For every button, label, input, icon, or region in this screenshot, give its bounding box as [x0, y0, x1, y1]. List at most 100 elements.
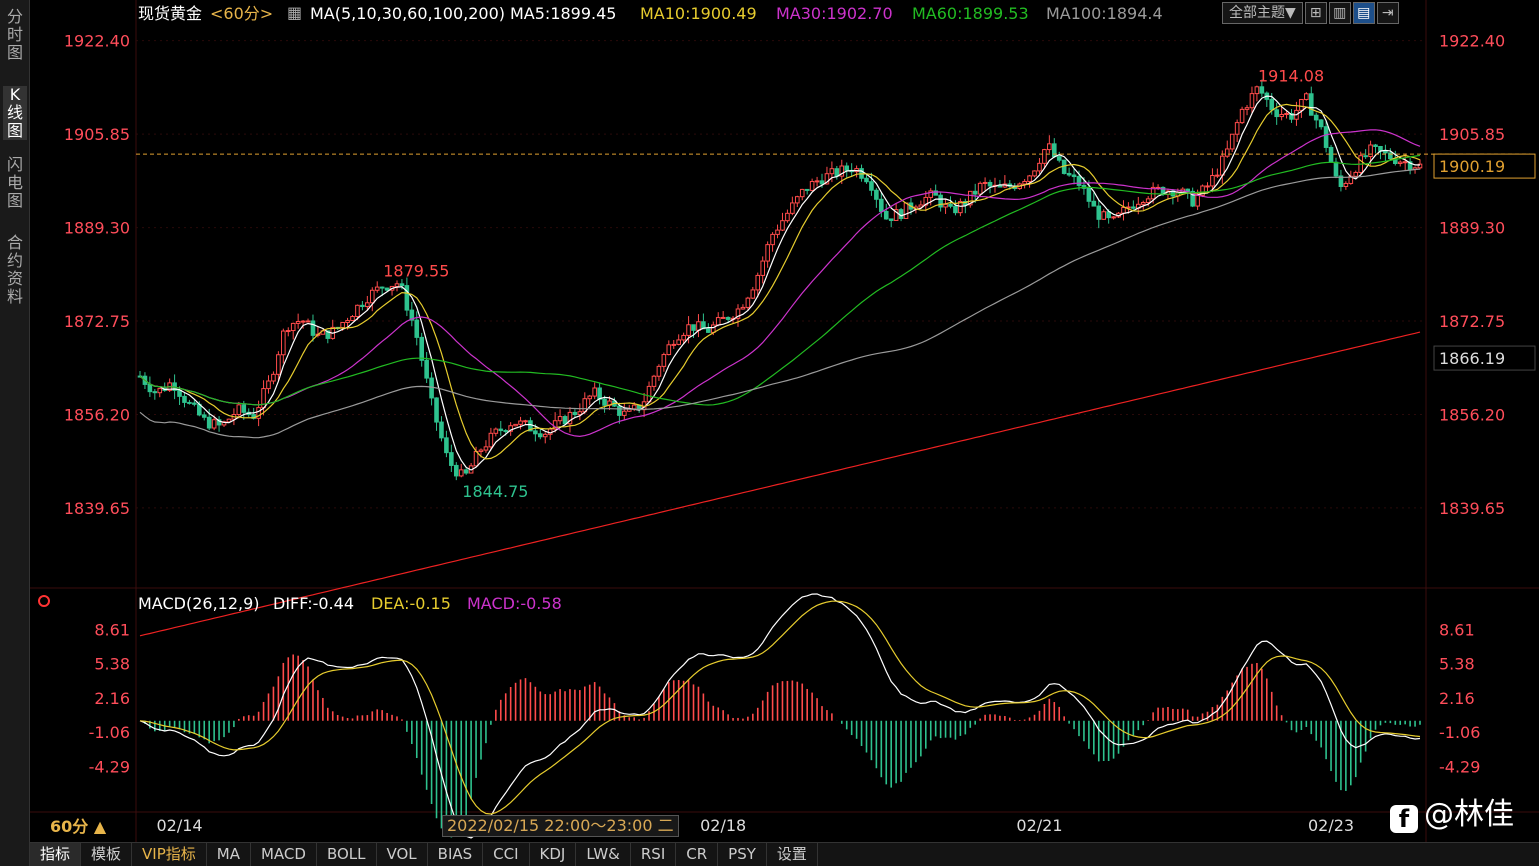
indicator-tab-13[interactable]: PSY [718, 843, 767, 866]
candle-body [157, 388, 163, 394]
price-axis-left-label: 1839.65 [64, 499, 130, 518]
candle-body [1323, 126, 1329, 148]
candle-body [266, 380, 271, 390]
candle-body [602, 398, 607, 406]
candle-body [478, 449, 484, 452]
price-axis-left-label: 1889.30 [64, 219, 130, 238]
indicator-tab-12[interactable]: CR [676, 843, 719, 866]
price-axis-right-label: 1889.30 [1439, 219, 1505, 238]
candle-body [582, 398, 588, 413]
ma100-label: MA100:1894.4 [1046, 4, 1163, 23]
candle-body [182, 395, 187, 403]
cursor-price-label: 1866.19 [1439, 349, 1505, 368]
candle-body [696, 321, 701, 331]
ma-line-ma30 [139, 129, 1421, 438]
ma-params: MA(5,10,30,60,100,200) [310, 4, 505, 23]
side-tab-timeshare[interactable]: 分 时 图 [3, 8, 27, 62]
side-tab-contract[interactable]: 合 约 资 料 [3, 234, 27, 306]
candle-body [557, 416, 563, 422]
candle-body [829, 168, 835, 175]
candle-body [295, 321, 301, 324]
candle-body [617, 405, 622, 416]
cursor-time-label: 2022/02/15 22:00～23:00 二 [442, 815, 679, 837]
candle-body [429, 377, 434, 399]
candle-body [1042, 149, 1047, 164]
layout-icon[interactable]: ▥ [1328, 2, 1351, 24]
candle-body [449, 452, 454, 466]
ma60-label: MA60:1899.53 [912, 4, 1029, 23]
indicator-tab-4[interactable]: MACD [251, 843, 317, 866]
candle-body [458, 469, 464, 477]
symbol-title: 现货黄金 [138, 4, 203, 23]
candle-body [799, 188, 805, 198]
ma30-label: MA30:1902.70 [776, 4, 893, 23]
candle-body [1343, 182, 1349, 188]
candle-body [790, 202, 795, 214]
candle-body [844, 165, 850, 171]
candle-body [775, 229, 780, 235]
candle-body [444, 437, 449, 454]
candle-body [953, 205, 958, 214]
indicator-tab-5[interactable]: BOLL [317, 843, 377, 866]
candle-body [1249, 93, 1255, 109]
candle-body [379, 286, 385, 289]
indicator-tab-1[interactable]: 模板 [81, 843, 133, 866]
candle-body [809, 181, 815, 191]
candle-body [1140, 201, 1146, 205]
price-axis-right-label: 1922.40 [1439, 32, 1505, 51]
candle-body [365, 302, 370, 308]
indicator-tab-14[interactable]: 设置 [767, 843, 818, 866]
chart-canvas[interactable]: 1922.40 1922.40 1905.85 1905.85 1889.30 1889.… [30, 0, 1539, 842]
candle-body [241, 404, 247, 413]
candle-body [1205, 185, 1210, 188]
chart-icon[interactable]: ▤ [1352, 2, 1375, 24]
macd-axis-right-label: 2.16 [1439, 689, 1475, 708]
indicator-tab-11[interactable]: RSI [631, 843, 677, 866]
candle-body [1032, 170, 1037, 177]
candle-body [948, 203, 953, 207]
candle-body [1244, 107, 1250, 110]
candle-body [834, 168, 840, 177]
theme-dropdown[interactable]: 全部主题▼ [1222, 2, 1303, 24]
candle-body [1383, 150, 1388, 154]
grid-icon[interactable]: ⊞ [1304, 2, 1327, 24]
candle-body [503, 430, 509, 433]
price-axis-right-label: 1839.65 [1439, 499, 1505, 518]
indicator-tab-7[interactable]: BIAS [428, 843, 484, 866]
candle-body [1259, 86, 1265, 94]
indicator-tab-9[interactable]: KDJ [530, 843, 577, 866]
indicator-tab-3[interactable]: MA [207, 843, 251, 866]
candle-body [271, 373, 276, 382]
toolbar: 全部主题▼ ⊞ ▥ ▤ ⇥ [1222, 2, 1399, 24]
candle-body [1333, 161, 1339, 177]
exit-icon[interactable]: ⇥ [1376, 2, 1399, 24]
candle-body [1037, 162, 1042, 172]
indicator-tab-0[interactable]: 指标 [30, 843, 82, 866]
candle-body [1121, 207, 1126, 214]
macd-dea-label: DEA:-0.15 [371, 594, 451, 613]
candle-body [493, 428, 499, 434]
candle-body [538, 433, 543, 438]
period-selector[interactable]: 60分 ▲ [50, 817, 106, 837]
candle-body [1051, 143, 1057, 158]
side-tab-kline[interactable]: K 线 图 [3, 86, 27, 140]
candle-body [211, 419, 217, 429]
candle-body [1353, 171, 1359, 177]
candle-body [399, 283, 405, 287]
indicator-tab-8[interactable]: CCI [483, 843, 530, 866]
candle-body [201, 414, 207, 418]
candle-body [177, 389, 182, 397]
candle-body [276, 354, 281, 375]
candle-body [533, 430, 538, 435]
side-tab-flash[interactable]: 闪 电 图 [3, 156, 27, 210]
candle-body [1363, 155, 1368, 158]
indicator-tab-6[interactable]: VOL [377, 843, 428, 866]
indicator-tab-2[interactable]: VIP指标 [132, 843, 207, 866]
watermark: f @林佳 [1390, 795, 1514, 835]
candle-body [1274, 109, 1279, 118]
indicator-tab-10[interactable]: LW& [576, 843, 631, 866]
ma-settings-icon[interactable]: ▦ [287, 3, 302, 23]
candle-body [1402, 161, 1408, 164]
macd-settings-icon [38, 595, 50, 607]
candle-body [414, 319, 420, 338]
